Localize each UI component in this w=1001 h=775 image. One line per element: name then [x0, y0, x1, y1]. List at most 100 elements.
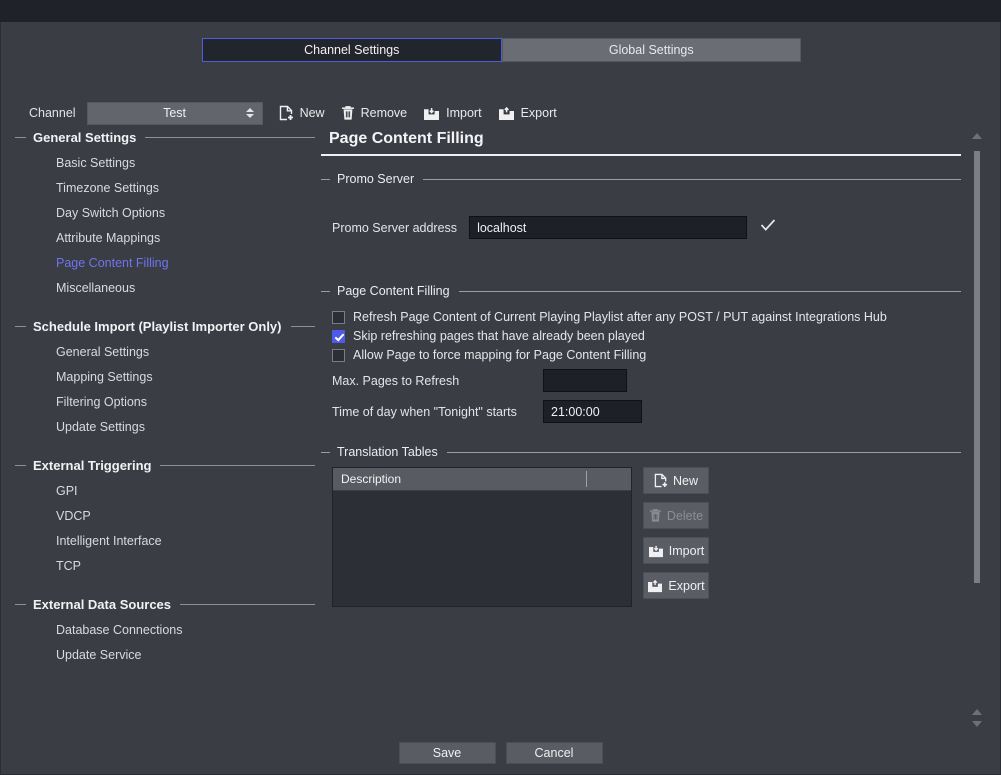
remove-channel-label: Remove [360, 106, 408, 120]
fieldset-dash [321, 290, 330, 292]
tonight-start-value: 21:00:00 [551, 404, 600, 419]
translation-tables-buttons: New Delete Import Export [643, 467, 709, 607]
fieldset-rule [423, 178, 961, 180]
translation-tables-list[interactable]: Description [332, 467, 632, 607]
tab-channel-settings-label: Channel Settings [304, 43, 400, 57]
tonight-start-input[interactable]: 21:00:00 [543, 400, 642, 423]
fieldset-translation-tables: Translation Tables [321, 445, 961, 459]
group-dash [15, 604, 26, 605]
nav-group-general-settings: General Settings [15, 130, 315, 145]
sidebar-item-basic-settings[interactable]: Basic Settings [15, 151, 315, 176]
fieldset-promo-server: Promo Server [321, 172, 961, 186]
trash-icon [649, 508, 667, 523]
new-channel-button[interactable]: New [279, 105, 325, 121]
sidebar-item-miscellaneous[interactable]: Miscellaneous [15, 276, 315, 301]
save-button[interactable]: Save [398, 742, 496, 764]
nav-group-external-data-sources: External Data Sources [15, 597, 315, 612]
settings-content-panel: Page Content Filling Promo Server Promo … [321, 130, 961, 730]
sidebar-item-label: Attribute Mappings [56, 231, 161, 245]
sidebar-item-label: General Settings [56, 345, 150, 359]
sidebar-item-update-settings[interactable]: Update Settings [15, 415, 315, 440]
channel-select-value: Test [163, 106, 187, 120]
sidebar-item-vdcp[interactable]: VDCP [15, 504, 315, 529]
translation-tables-area: Description New Delete Import Export [321, 467, 961, 607]
sidebar-item-label: Mapping Settings [56, 370, 153, 384]
sidebar-item-filtering-options[interactable]: Filtering Options [15, 390, 315, 415]
tab-global-settings-label: Global Settings [608, 43, 694, 57]
sidebar-item-day-switch-options[interactable]: Day Switch Options [15, 201, 315, 226]
fieldset-page-content-filling: Page Content Filling [321, 284, 961, 298]
promo-server-address-value: localhost [477, 220, 527, 235]
sidebar-item-label: Update Service [56, 648, 142, 662]
checkbox-refresh-current-playlist[interactable]: Refresh Page Content of Current Playing … [332, 310, 961, 324]
sidebar-item-tcp[interactable]: TCP [15, 554, 315, 579]
sidebar-item-timezone-settings[interactable]: Timezone Settings [15, 176, 315, 201]
page-title: Page Content Filling [329, 130, 484, 147]
checkbox-box [332, 348, 345, 362]
max-pages-input[interactable] [543, 369, 627, 392]
tab-channel-settings[interactable]: Channel Settings [202, 38, 502, 62]
sidebar-item-update-service[interactable]: Update Service [15, 643, 315, 668]
fieldset-legend: Promo Server [337, 172, 415, 186]
sidebar-item-mapping-settings[interactable]: Mapping Settings [15, 365, 315, 390]
page-content-filling-options: Refresh Page Content of Current Playing … [321, 310, 961, 423]
import-channel-label: Import [446, 106, 482, 120]
page-title-rule [321, 154, 961, 156]
sidebar-item-label: Timezone Settings [56, 181, 160, 195]
fieldset-dash [321, 451, 330, 453]
import-translation-table-label: Import [668, 543, 705, 558]
group-rule [160, 465, 315, 466]
checkmark-icon [760, 218, 776, 237]
checkbox-skip-already-played[interactable]: Skip refreshing pages that have already … [332, 329, 961, 343]
tab-global-settings[interactable]: Global Settings [501, 38, 801, 62]
export-translation-table-button[interactable]: Export [643, 572, 709, 599]
translation-tables-body [333, 491, 631, 607]
chevron-updown-icon [245, 108, 254, 118]
export-channel-button[interactable]: Export [498, 106, 557, 121]
export-folder-icon [498, 106, 521, 121]
import-folder-icon [423, 106, 446, 121]
nav-group-title: Schedule Import (Playlist Importer Only) [33, 319, 282, 334]
new-channel-label: New [299, 106, 325, 120]
sidebar-item-gpi[interactable]: GPI [15, 479, 315, 504]
sidebar-item-label: Page Content Filling [56, 256, 169, 270]
promo-server-address-input[interactable]: localhost [469, 216, 748, 239]
import-channel-button[interactable]: Import [423, 106, 482, 121]
channel-select[interactable]: Test [86, 101, 263, 125]
sidebar-item-attribute-mappings[interactable]: Attribute Mappings [15, 226, 315, 251]
import-translation-table-button[interactable]: Import [643, 537, 709, 564]
tonight-start-label: Time of day when "Tonight" starts [332, 404, 517, 419]
settings-sidebar: General Settings Basic Settings Timezone… [15, 130, 315, 730]
new-translation-table-button[interactable]: New [643, 467, 709, 494]
scroll-down-step-button[interactable] [970, 718, 984, 730]
sidebar-item-database-connections[interactable]: Database Connections [15, 618, 315, 643]
sidebar-item-page-content-filling[interactable]: Page Content Filling [15, 251, 315, 276]
sidebar-item-label: Intelligent Interface [56, 534, 162, 548]
settings-tabbar: Channel Settings Global Settings [202, 38, 801, 62]
group-dash [15, 137, 26, 138]
column-divider[interactable] [586, 471, 587, 487]
scroll-up-button[interactable] [970, 130, 984, 142]
channel-action-buttons: New Remove Import Export [279, 105, 573, 121]
checkbox-box [332, 329, 345, 343]
scrollbar-thumb[interactable] [974, 151, 980, 583]
group-rule [290, 326, 315, 327]
content-scrollbar[interactable] [970, 130, 984, 730]
group-dash [15, 326, 26, 327]
max-pages-row: Max. Pages to Refresh [332, 369, 961, 392]
checkbox-allow-force-mapping[interactable]: Allow Page to force mapping for Page Con… [332, 348, 961, 362]
sidebar-item-intelligent-interface[interactable]: Intelligent Interface [15, 529, 315, 554]
fieldset-legend: Translation Tables [337, 445, 438, 459]
tonight-start-row: Time of day when "Tonight" starts 21:00:… [332, 400, 961, 423]
save-button-label: Save [432, 746, 462, 760]
scrollbar-track[interactable] [970, 142, 984, 706]
delete-translation-table-button[interactable]: Delete [643, 502, 709, 529]
sidebar-item-schedule-general-settings[interactable]: General Settings [15, 340, 315, 365]
sidebar-item-label: Day Switch Options [56, 206, 166, 220]
scroll-up-step-button[interactable] [970, 706, 984, 718]
nav-group-external-triggering: External Triggering [15, 458, 315, 473]
cancel-button[interactable]: Cancel [505, 742, 603, 764]
window-body: Channel Settings Global Settings Channel… [0, 22, 1001, 775]
remove-channel-button[interactable]: Remove [341, 105, 408, 121]
export-translation-table-label: Export [668, 578, 705, 593]
